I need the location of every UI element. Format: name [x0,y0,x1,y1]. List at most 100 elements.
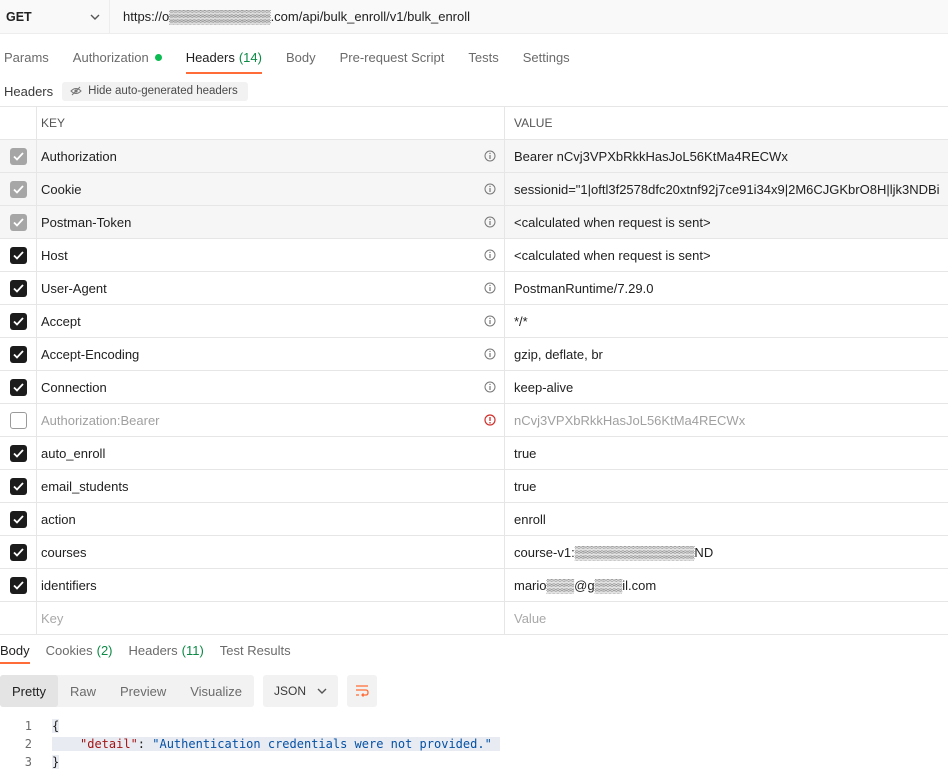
check-icon [12,382,24,392]
tab-test-results[interactable]: Test Results [220,638,291,664]
header-key[interactable]: email_students [41,479,128,494]
table-row: identifiers mario▒▒▒@g▒▒▒il.com [0,569,948,602]
header-key[interactable]: Connection [41,380,107,395]
wrap-lines-button[interactable] [347,675,378,707]
info-icon[interactable] [484,315,496,327]
tab-pre-request-script[interactable]: Pre-request Script [340,40,445,74]
checkbox[interactable] [9,510,27,528]
checkbox[interactable] [9,345,27,363]
checkbox[interactable] [9,147,27,165]
new-value-input[interactable]: Value [505,602,948,634]
header-key[interactable]: Authorization:Bearer [41,413,160,428]
table-row: Cookie sessionid="1|oftl3f2578dfc20xtnf9… [0,173,948,206]
response-tabs: Body Cookies (2) Headers (11) Test Results [0,638,307,664]
header-value[interactable]: nCvj3VPXbRkkHasJoL56KtMa4RECWx [505,404,948,436]
visualize-button[interactable]: Visualize [178,675,254,707]
header-value[interactable]: mario▒▒▒@g▒▒▒il.com [505,569,948,601]
header-key[interactable]: Cookie [41,182,81,197]
header-value[interactable]: Bearer nCvj3VPXbRkkHasJoL56KtMa4RECWx [505,140,948,172]
tab-label: Cookies [45,643,93,658]
header-value[interactable]: course-v1:▒▒▒▒▒▒▒▒▒▒▒▒▒ND [505,536,948,568]
url-bar: GET https://o▒▒▒▒▒▒▒▒▒▒▒.com/api/bulk_en… [0,0,948,34]
header-key[interactable]: identifiers [41,578,97,593]
body-toolbar: Pretty Raw Preview Visualize JSON [0,675,378,707]
header-key[interactable]: Accept-Encoding [41,347,139,362]
pretty-button[interactable]: Pretty [0,675,58,707]
header-key[interactable]: Authorization [41,149,117,164]
table-row: Authorization Bearer nCvj3VPXbRkkHasJoL5… [0,140,948,173]
checkbox[interactable] [9,543,27,561]
tab-params[interactable]: Params [4,40,49,74]
checkbox[interactable] [9,180,27,198]
warning-icon[interactable] [484,414,496,426]
header-key[interactable]: courses [41,545,87,560]
raw-button[interactable]: Raw [58,675,108,707]
chevron-down-icon [90,14,100,20]
tab-tests[interactable]: Tests [468,40,498,74]
header-value[interactable]: keep-alive [505,371,948,403]
header-key[interactable]: Postman-Token [41,215,131,230]
header-value[interactable]: true [505,470,948,502]
checkbox[interactable] [9,411,27,429]
header-value[interactable]: true [505,437,948,469]
header-value[interactable]: */* [505,305,948,337]
checkbox[interactable] [9,312,27,330]
info-icon[interactable] [484,282,496,294]
info-icon[interactable] [484,183,496,195]
checkbox[interactable] [9,576,27,594]
header-key[interactable]: auto_enroll [41,446,105,461]
tab-response-headers[interactable]: Headers (11) [129,638,204,664]
header-value[interactable]: enroll [505,503,948,535]
wrap-icon [356,685,369,697]
table-row: auto_enroll true [0,437,948,470]
info-icon[interactable] [484,249,496,261]
checkbox[interactable] [9,477,27,495]
code-line: 2 "detail": "Authentication credentials … [0,735,500,753]
header-key[interactable]: User-Agent [41,281,107,296]
info-icon[interactable] [484,348,496,360]
new-key-input[interactable]: Key [37,602,505,634]
header-key[interactable]: action [41,512,76,527]
checkbox[interactable] [9,444,27,462]
header-value[interactable]: <calculated when request is sent> [505,206,948,238]
check-icon [12,349,24,359]
info-icon[interactable] [484,381,496,393]
format-select[interactable]: JSON [263,675,339,707]
tab-label: Headers [185,50,235,65]
hide-auto-headers-button[interactable]: Hide auto-generated headers [62,81,248,101]
table-row: courses course-v1:▒▒▒▒▒▒▒▒▒▒▒▒▒ND [0,536,948,569]
tab-label: Body [0,643,30,658]
tab-label: Pre-request Script [339,50,445,65]
header-value[interactable]: <calculated when request is sent> [505,239,948,271]
url-input[interactable]: https://o▒▒▒▒▒▒▒▒▒▒▒.com/api/bulk_enroll… [110,9,470,24]
preview-button[interactable]: Preview [108,675,178,707]
tab-label: Authorization [72,50,149,65]
eye-off-icon [70,86,82,96]
header-value[interactable]: gzip, deflate, br [505,338,948,370]
table-row: email_students true [0,470,948,503]
table-header-row: KEY VALUE [0,107,948,140]
checkbox[interactable] [9,279,27,297]
method-select[interactable]: GET [0,0,110,34]
tab-settings[interactable]: Settings [523,40,570,74]
checkbox[interactable] [9,378,27,396]
tab-headers[interactable]: Headers (14) [185,40,263,74]
header-key[interactable]: Accept [41,314,81,329]
hide-button-label: Hide auto-generated headers [88,85,238,97]
info-icon[interactable] [484,150,496,162]
tab-response-cookies[interactable]: Cookies (2) [46,638,113,664]
code-line-content: "detail": "Authentication credentials we… [52,737,500,751]
header-key[interactable]: Host [41,248,68,263]
header-value[interactable]: sessionid="1|oftl3f2578dfc20xtnf92j7ce91… [505,173,948,205]
tab-body[interactable]: Body [286,40,316,74]
table-row: User-Agent PostmanRuntime/7.29.0 [0,272,948,305]
header-value[interactable]: PostmanRuntime/7.29.0 [505,272,948,304]
code-line: 3 } [0,753,500,769]
tab-authorization[interactable]: Authorization [73,40,162,74]
check-icon [12,151,24,161]
info-icon[interactable] [484,216,496,228]
table-row: Accept-Encoding gzip, deflate, br [0,338,948,371]
tab-response-body[interactable]: Body [0,638,30,664]
checkbox[interactable] [9,246,27,264]
checkbox[interactable] [9,213,27,231]
